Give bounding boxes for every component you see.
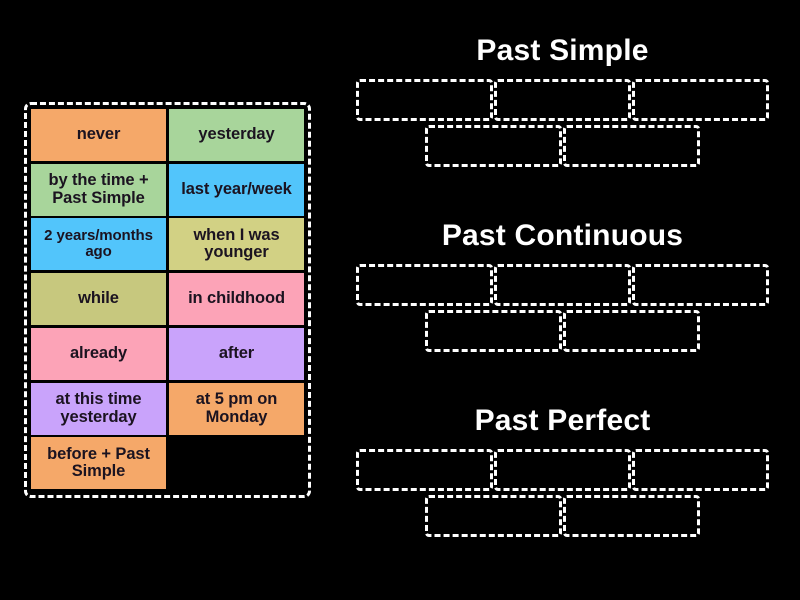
word-bank-row: at this time yesterday at 5 pm on Monday [31,382,304,437]
drop-slot[interactable] [356,79,493,121]
word-bank-row: by the time + Past Simple last year/week [31,163,304,218]
word-tile[interactable]: yesterday [169,109,304,161]
word-bank-row: already after [31,327,304,382]
category-group-past-simple: Past Simple [340,36,785,167]
word-tile[interactable]: in childhood [169,273,304,326]
drop-slot[interactable] [425,310,562,352]
word-tile[interactable]: when I was younger [169,218,304,271]
drop-slot[interactable] [356,449,493,491]
drop-slot[interactable] [632,449,769,491]
drop-slot[interactable] [425,125,562,167]
word-tile[interactable]: already [31,327,166,380]
category-title: Past Simple [476,34,649,67]
category-group-past-continuous: Past Continuous [340,221,785,352]
word-tile[interactable]: never [31,109,166,161]
activity-stage: never yesterday by the time + Past Simpl… [0,0,800,600]
category-title: Past Perfect [474,404,651,437]
word-tile[interactable]: after [169,327,304,380]
drop-slot[interactable] [494,79,631,121]
word-tile[interactable]: at this time yesterday [31,382,166,435]
drop-slot-row [340,125,785,167]
word-tile[interactable]: 2 years/months ago [31,218,166,271]
word-tile[interactable]: while [31,273,166,326]
word-bank-panel: never yesterday by the time + Past Simpl… [24,102,311,498]
drop-slot[interactable] [425,495,562,537]
word-tile-empty-slot [169,437,304,489]
drop-slot[interactable] [632,264,769,306]
drop-slot[interactable] [632,79,769,121]
word-tile[interactable]: before + Past Simple [31,437,166,490]
word-bank-row: before + Past Simple [31,437,304,491]
drop-slot[interactable] [356,264,493,306]
drop-slot-row [340,79,785,121]
drop-slot[interactable] [494,264,631,306]
category-group-past-perfect: Past Perfect [340,406,785,537]
word-bank-row: while in childhood [31,273,304,327]
drop-slot[interactable] [563,125,700,167]
word-tile[interactable]: last year/week [169,163,304,216]
word-tile[interactable]: at 5 pm on Monday [169,382,304,435]
category-title: Past Continuous [441,219,684,252]
word-tile[interactable]: by the time + Past Simple [31,163,166,216]
word-bank-row: never yesterday [31,109,304,163]
word-bank-row: 2 years/months ago when I was younger [31,218,304,272]
drop-slot[interactable] [563,495,700,537]
drop-slot[interactable] [494,449,631,491]
drop-slot-row [340,310,785,352]
drop-slot[interactable] [563,310,700,352]
drop-slot-row [340,449,785,491]
drop-slot-row [340,264,785,306]
drop-slot-row [340,495,785,537]
